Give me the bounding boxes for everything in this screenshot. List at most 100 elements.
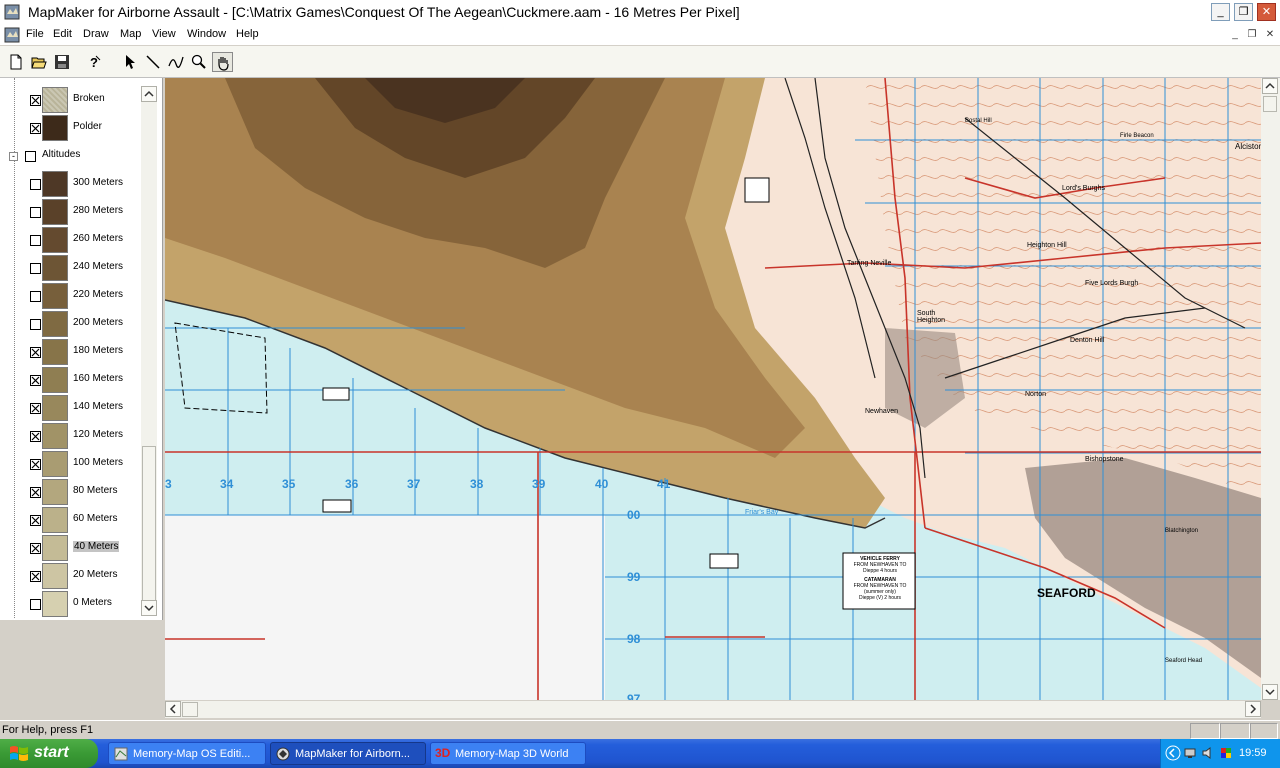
checkbox[interactable] — [30, 459, 41, 470]
child-close-icon[interactable]: ✕ — [1263, 28, 1277, 42]
tree-item-altitude[interactable]: 300 Meters — [0, 170, 140, 198]
checkbox[interactable] — [30, 403, 41, 414]
menu-draw[interactable]: Draw — [83, 28, 109, 40]
new-button[interactable] — [6, 52, 27, 72]
color-swatch — [42, 255, 68, 281]
volume-icon[interactable] — [1201, 746, 1215, 760]
status-pane — [1190, 723, 1220, 739]
taskbar-item-mapmaker[interactable]: MapMaker for Airborn... — [270, 742, 426, 765]
menu-map[interactable]: Map — [120, 28, 141, 40]
scroll-left-arrow[interactable] — [165, 701, 181, 717]
map-horizontal-scrollbar[interactable] — [165, 701, 1261, 718]
checkbox[interactable] — [30, 263, 41, 274]
scroll-down-arrow[interactable] — [1262, 684, 1278, 700]
menu-help[interactable]: Help — [236, 28, 259, 40]
scroll-down-arrow[interactable] — [141, 600, 157, 616]
select-tool-button[interactable] — [120, 52, 141, 72]
pan-tool-button[interactable] — [212, 52, 233, 72]
color-swatch — [42, 563, 68, 589]
maximize-button[interactable]: ❐ — [1234, 3, 1253, 21]
child-minimize-icon[interactable]: _ — [1228, 28, 1242, 42]
security-flag-icon[interactable] — [1219, 746, 1233, 760]
zoom-tool-button[interactable] — [189, 52, 210, 72]
checkmark-icon — [31, 460, 40, 469]
save-button[interactable] — [52, 52, 73, 72]
taskbar-item-memory-map-3d[interactable]: 3D Memory-Map 3D World — [430, 742, 586, 765]
scroll-up-arrow[interactable] — [1262, 78, 1278, 94]
checkbox[interactable] — [30, 235, 41, 246]
system-tray: 19:59 — [1160, 739, 1280, 768]
map-image[interactable] — [165, 78, 1261, 700]
map-canvas[interactable]: VEHICLE FERRY FROM NEWHAVEN TO Dieppe 4 … — [165, 78, 1261, 700]
checkbox[interactable] — [30, 515, 41, 526]
place-name: Denton Hill — [1070, 337, 1105, 344]
checkbox[interactable] — [30, 571, 41, 582]
grid-number-x: 38 — [470, 477, 484, 491]
map-vertical-scrollbar[interactable] — [1261, 78, 1280, 700]
tree-item-altitude[interactable]: 20 Meters — [0, 562, 140, 590]
chevron-right-icon — [1250, 704, 1257, 714]
open-button[interactable] — [29, 52, 50, 72]
tree-item-altitude[interactable]: 80 Meters — [0, 478, 140, 506]
tree-item-altitude[interactable]: 60 Meters — [0, 506, 140, 534]
menu-file[interactable]: File — [26, 28, 44, 40]
checkbox[interactable] — [30, 347, 41, 358]
grid-number-y: 00 — [627, 508, 641, 522]
tree-item-altitude[interactable]: 280 Meters — [0, 198, 140, 226]
checkbox[interactable] — [30, 319, 41, 330]
child-restore-icon[interactable]: ❐ — [1245, 28, 1259, 42]
tree-item-altitude[interactable]: 240 Meters — [0, 254, 140, 282]
windows-logo-icon — [10, 746, 28, 761]
scroll-thumb[interactable] — [182, 702, 198, 717]
tree-item-altitude[interactable]: 120 Meters — [0, 422, 140, 450]
checkbox[interactable] — [30, 599, 41, 610]
checkbox[interactable] — [30, 207, 41, 218]
tray-expand-icon[interactable] — [1165, 745, 1181, 761]
checkbox[interactable] — [30, 291, 41, 302]
scroll-thumb[interactable] — [1263, 96, 1277, 112]
tree-scrollbar[interactable] — [141, 86, 157, 616]
document-icon[interactable] — [4, 27, 20, 43]
tree-item-broken[interactable]: Broken — [0, 86, 140, 114]
checkbox[interactable] — [30, 95, 41, 106]
color-swatch — [42, 451, 68, 477]
tree-item-altitude[interactable]: 0 Meters — [0, 590, 140, 618]
collapse-toggle-icon[interactable]: - — [9, 152, 18, 161]
tree-item-altitude[interactable]: 160 Meters — [0, 366, 140, 394]
tree-item-altitude[interactable]: 180 Meters — [0, 338, 140, 366]
checkbox[interactable] — [30, 179, 41, 190]
scroll-thumb[interactable] — [142, 446, 156, 606]
menu-window[interactable]: Window — [187, 28, 226, 40]
tree-item-polder[interactable]: Polder — [0, 114, 140, 142]
scroll-right-arrow[interactable] — [1245, 701, 1261, 717]
freehand-tool-button[interactable] — [166, 52, 187, 72]
line-tool-button[interactable] — [143, 52, 164, 72]
minimize-button[interactable]: _ — [1211, 3, 1230, 21]
mapmaker-app-icon[interactable] — [4, 4, 20, 20]
checkbox[interactable] — [30, 375, 41, 386]
checkbox[interactable] — [30, 487, 41, 498]
tree-item-altitude[interactable]: 100 Meters — [0, 450, 140, 478]
network-icon[interactable] — [1183, 746, 1197, 760]
tree-item-altitude[interactable]: 140 Meters — [0, 394, 140, 422]
close-button[interactable]: ✕ — [1257, 3, 1276, 21]
status-pane — [1250, 723, 1278, 739]
checkbox[interactable] — [30, 123, 41, 134]
checkbox[interactable] — [30, 543, 41, 554]
taskbar-item-memory-map-os[interactable]: Memory-Map OS Editi... — [108, 742, 266, 765]
scroll-up-arrow[interactable] — [141, 86, 157, 102]
menu-edit[interactable]: Edit — [53, 28, 72, 40]
tree-group-altitudes[interactable]: - Altitudes — [0, 142, 140, 170]
tree-item-altitude[interactable]: 200 Meters — [0, 310, 140, 338]
3d-app-icon: 3D — [435, 746, 451, 760]
tree-item-altitude[interactable]: 40 Meters — [0, 534, 140, 562]
tree-item-altitude[interactable]: 260 Meters — [0, 226, 140, 254]
context-help-button[interactable]: ? — [84, 52, 105, 72]
tree-item-altitude[interactable]: 220 Meters — [0, 282, 140, 310]
checkbox[interactable] — [25, 151, 36, 162]
place-name: Norton — [1025, 391, 1047, 398]
menu-view[interactable]: View — [152, 28, 176, 40]
checkbox[interactable] — [30, 431, 41, 442]
grid-number-y: 97 — [627, 692, 641, 700]
start-button[interactable]: start — [0, 739, 98, 768]
